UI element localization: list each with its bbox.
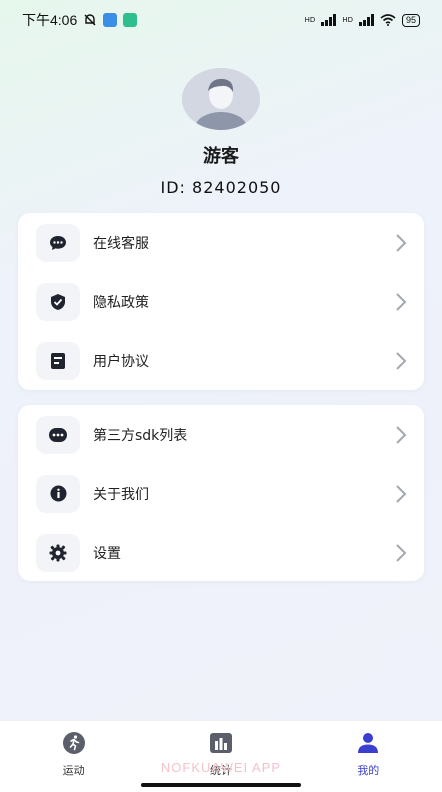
menu-icon-box [36,474,80,513]
hd-label-1: HD [304,16,316,24]
document-icon [51,352,65,369]
menu-item-privacy-policy[interactable]: 隐私政策 [18,272,424,331]
chevron-right-icon [396,233,407,252]
username: 游客 [203,146,239,167]
user-id-value: 82402050 [192,178,282,197]
chevron-right-icon [396,543,407,562]
chat-bubble-icon [50,235,66,250]
menu-label: 在线客服 [93,235,149,252]
gear-icon [49,544,67,561]
shield-check-icon [51,293,65,310]
chevron-right-icon [396,351,407,370]
menu-item-user-agreement[interactable]: 用户协议 [18,331,424,390]
app-notification-icon [103,13,118,27]
menu-item-third-party-sdk[interactable]: 第三方sdk列表 [18,405,424,464]
bottom-tab-bar: 运动 统计 我的 [0,720,442,792]
ellipsis-icon [49,427,67,442]
user-id-label: ID: [160,178,186,197]
user-id: ID: 82402050 [0,178,442,197]
status-bar: 下午4:06 HD HD 95 [0,0,442,40]
battery-indicator: 95 [401,13,420,27]
app-notification-icon-2 [123,13,138,27]
cell-signal-icon-2 [358,14,374,26]
menu-icon-box [36,223,80,262]
home-indicator[interactable] [141,783,301,787]
bar-chart-icon [209,733,232,753]
chevron-right-icon [396,484,407,503]
chevron-right-icon [396,425,407,444]
info-icon [50,485,66,502]
chevron-right-icon [396,292,407,311]
status-right: HD HD 95 [304,13,420,27]
watermark-text: NOFKUAWEI APP [160,760,282,775]
menu-icon-box [36,533,80,572]
menu-label: 用户协议 [93,353,149,370]
menu-item-about-us[interactable]: 关于我们 [18,464,424,523]
menu-label: 第三方sdk列表 [93,427,188,444]
cell-signal-icon [321,14,337,26]
hd-label-2: HD [342,16,353,24]
avatar-person-icon [182,68,260,130]
menu-label: 设置 [93,545,121,562]
menu-icon-box [36,415,80,454]
alarm-off-icon [84,14,96,26]
profile-section: 游客 ID: 82402050 [0,68,442,197]
menu-item-online-service[interactable]: 在线客服 [18,213,424,272]
person-icon [358,733,379,753]
status-left: 下午4:06 [22,10,138,30]
menu-label: 隐私政策 [93,294,149,311]
menu-item-settings[interactable]: 设置 [18,523,424,582]
menu-icon-box [36,341,80,380]
tab-statistics[interactable]: 统计 [161,721,281,792]
menu-label: 关于我们 [93,486,149,503]
status-time: 下午4:06 [22,12,78,28]
running-icon [62,732,85,754]
menu-card-1: 在线客服 隐私政策 用户协议 [18,213,424,390]
wifi-icon [380,14,396,26]
menu-icon-box [36,282,80,321]
avatar[interactable] [182,68,260,130]
menu-card-2: 第三方sdk列表 关于我们 设置 [18,405,424,581]
tab-mine[interactable]: 我的 [308,721,428,792]
tab-exercise[interactable]: 运动 [14,721,134,792]
